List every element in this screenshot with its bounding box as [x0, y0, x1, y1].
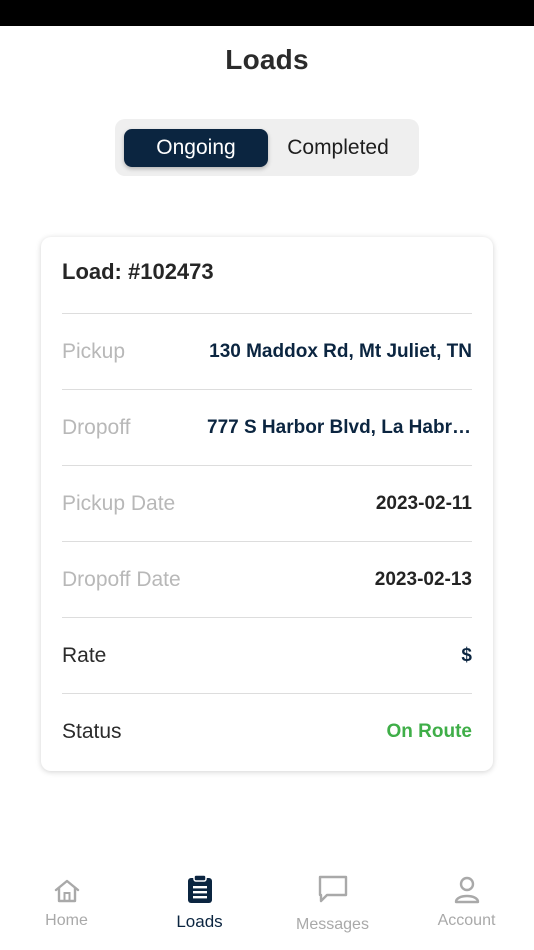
dropoff-label: Dropoff — [62, 415, 131, 439]
page-title: Loads — [225, 44, 309, 75]
tab-completed[interactable]: Completed — [268, 129, 408, 167]
status-label: Status — [62, 719, 122, 743]
pickup-row: Pickup 130 Maddox Rd, Mt Juliet, TN — [62, 313, 472, 389]
load-card[interactable]: Load: #102473 Pickup 130 Maddox Rd, Mt J… — [41, 237, 493, 771]
nav-account-label: Account — [437, 912, 496, 929]
dropoff-date-value: 2023-02-13 — [374, 568, 472, 590]
chat-icon — [318, 875, 347, 903]
dropoff-row: Dropoff 777 S Harbor Blvd, La Habra, CA — [62, 389, 472, 465]
load-status-segmented-control: Ongoing Completed — [115, 119, 419, 176]
status-bar — [0, 0, 534, 26]
status-row: Status On Route — [62, 693, 472, 769]
nav-messages-label: Messages — [296, 916, 369, 933]
nav-account[interactable]: Account — [400, 870, 533, 950]
pickup-date-label: Pickup Date — [62, 491, 176, 515]
nav-home-label: Home — [45, 912, 88, 929]
nav-home[interactable]: Home — [0, 870, 133, 950]
pickup-label: Pickup — [62, 339, 126, 363]
rate-value: $ — [461, 644, 472, 666]
dropoff-value: 777 S Harbor Blvd, La Habra, CA — [207, 416, 472, 438]
rate-row: Rate $ — [62, 617, 472, 693]
load-number: Load: #102473 — [62, 259, 214, 284]
status-badge: On Route — [386, 720, 473, 742]
pickup-value: 130 Maddox Rd, Mt Juliet, TN — [209, 340, 472, 362]
user-icon — [454, 876, 479, 904]
nav-loads-label: Loads — [176, 912, 223, 931]
bottom-tab-bar: Home Loads Messages Account — [0, 870, 534, 950]
home-icon — [54, 879, 79, 903]
rate-label: Rate — [62, 643, 107, 667]
nav-loads[interactable]: Loads — [133, 870, 266, 950]
dropoff-date-row: Dropoff Date 2023-02-13 — [62, 541, 472, 617]
pickup-date-row: Pickup Date 2023-02-11 — [62, 465, 472, 541]
tab-ongoing[interactable]: Ongoing — [124, 128, 268, 167]
pickup-date-value: 2023-02-11 — [375, 492, 472, 514]
clipboard-icon — [187, 874, 212, 903]
nav-messages[interactable]: Messages — [266, 870, 399, 950]
dropoff-date-label: Dropoff Date — [62, 567, 181, 591]
